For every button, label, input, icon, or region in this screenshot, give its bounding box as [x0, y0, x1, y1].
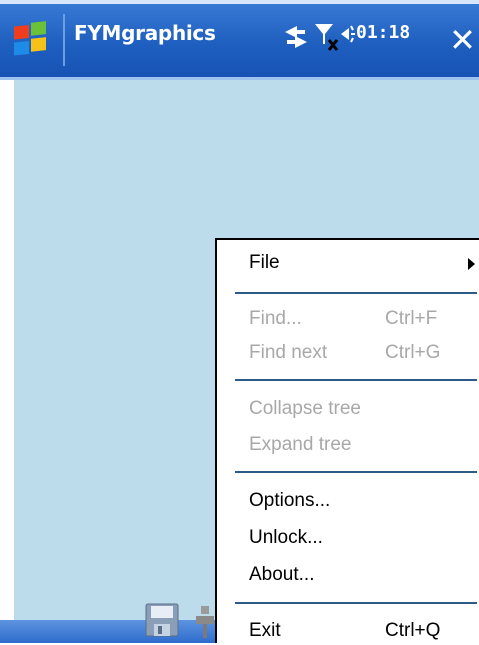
save-icon[interactable] — [145, 602, 179, 638]
menu-item-exit[interactable]: Exit Ctrl+Q — [249, 617, 477, 645]
menu-item-file[interactable]: File — [249, 249, 477, 277]
left-border — [0, 80, 14, 643]
menu-item-find-next[interactable]: Find next Ctrl+G — [249, 339, 477, 367]
menu-item-expand-tree[interactable]: Expand tree — [249, 431, 477, 459]
menu-item-unlock[interactable]: Unlock... — [249, 524, 477, 552]
menu-item-collapse-tree[interactable]: Collapse tree — [249, 395, 477, 423]
menu-item-find-label: Find... — [249, 308, 302, 329]
title-bar: FYMgraphics 01:18 ✕ — [0, 0, 479, 80]
menu-divider — [235, 379, 477, 381]
signal-off-icon[interactable] — [315, 24, 339, 51]
menu-item-exit-shortcut: Ctrl+Q — [385, 620, 441, 641]
volume-icon[interactable] — [341, 25, 355, 43]
connectivity-icon[interactable] — [285, 26, 307, 48]
menu-divider — [235, 292, 477, 294]
windows-start-icon — [14, 21, 46, 56]
status-icons — [285, 24, 355, 51]
submenu-arrow-icon — [468, 258, 475, 270]
menu-item-about[interactable]: About... — [249, 561, 477, 589]
popup-menu: File Find... Ctrl+F Find next Ctrl+G Col… — [215, 238, 479, 643]
title-bar-highlight — [0, 0, 479, 4]
menu-item-exit-label: Exit — [249, 620, 281, 641]
menu-item-find-shortcut: Ctrl+F — [385, 308, 438, 329]
menu-item-find[interactable]: Find... Ctrl+F — [249, 305, 477, 333]
app-title: FYMgraphics — [74, 21, 216, 45]
menu-item-find-next-shortcut: Ctrl+G — [385, 342, 441, 363]
menu-item-options[interactable]: Options... — [249, 487, 477, 515]
clock[interactable]: 01:18 — [356, 22, 410, 43]
menu-divider — [235, 602, 477, 604]
title-separator — [63, 14, 65, 66]
close-icon[interactable]: ✕ — [446, 12, 479, 68]
start-button[interactable] — [0, 4, 62, 77]
menu-divider — [235, 471, 477, 473]
menu-item-file-label: File — [249, 252, 280, 273]
menu-item-find-next-label: Find next — [249, 342, 328, 363]
